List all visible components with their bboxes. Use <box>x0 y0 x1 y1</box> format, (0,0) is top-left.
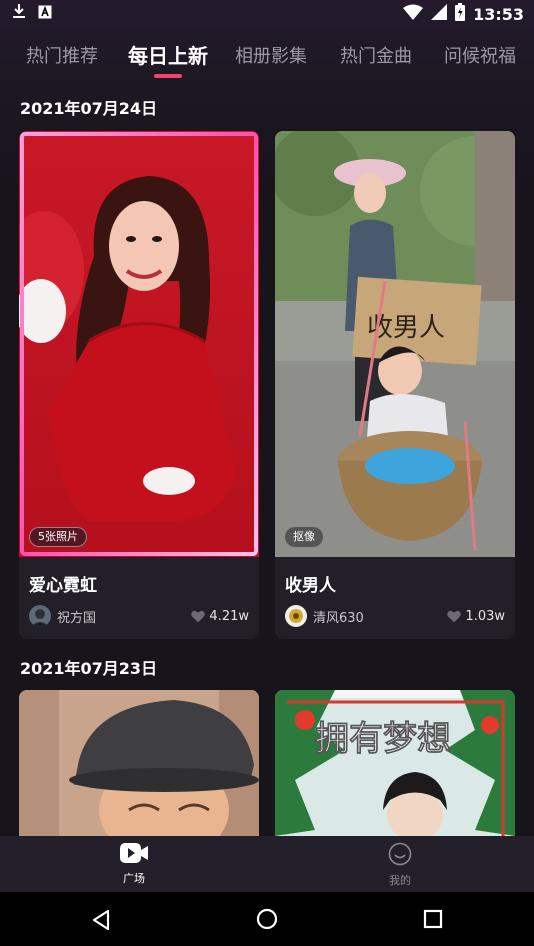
nav-plaza[interactable]: 广场 <box>104 842 164 886</box>
photo-count-badge: 5张照片 <box>29 527 87 547</box>
tab-hot-recommend[interactable]: 热门推荐 <box>26 42 98 68</box>
author[interactable]: 清风630 <box>285 605 364 627</box>
poster-text: 拥有梦想 <box>315 719 451 759</box>
avatar <box>29 605 51 627</box>
like-count[interactable]: 4.21w <box>191 609 249 624</box>
card-title: 收男人 <box>285 576 336 596</box>
system-navigation-bar <box>0 892 534 946</box>
card-info: 收男人 清风630 1.03w <box>275 557 515 639</box>
template-card[interactable]: 拥有梦想 <box>275 690 515 836</box>
card-thumbnail[interactable]: 收男人 抠像 <box>275 131 515 557</box>
author-name: 清风630 <box>313 610 364 626</box>
template-card[interactable] <box>19 690 259 836</box>
card-thumbnail[interactable] <box>19 690 259 836</box>
avatar <box>285 605 307 627</box>
card-info: 爱心霓虹 祝方国 4.21w <box>19 557 259 639</box>
active-tab-indicator <box>154 74 182 78</box>
back-icon[interactable] <box>91 909 111 931</box>
cutout-badge: 抠像 <box>285 527 323 547</box>
heart-icon <box>191 610 206 623</box>
video-icon <box>120 843 148 863</box>
nav-label: 我的 <box>389 874 411 887</box>
home-icon[interactable] <box>256 908 278 930</box>
tab-hot-songs[interactable]: 热门金曲 <box>340 42 412 68</box>
author[interactable]: 祝方国 <box>29 605 96 627</box>
nav-mine[interactable]: 我的 <box>370 842 430 888</box>
tab-daily-new[interactable]: 每日上新 <box>128 40 208 69</box>
clock: 13:53 <box>473 4 524 24</box>
card-thumbnail[interactable]: 5张照片 <box>19 131 259 557</box>
tab-greetings[interactable]: 问候祝福 <box>444 42 516 68</box>
nav-label: 广场 <box>123 872 145 885</box>
screen: 13:53 热门推荐 每日上新 相册影集 热门金曲 问候祝福 2021年07月2… <box>0 0 534 946</box>
heart-icon <box>447 610 462 623</box>
like-count[interactable]: 1.03w <box>447 609 505 624</box>
section-date: 2021年07月23日 <box>20 659 158 678</box>
battery-charging-icon <box>455 3 466 25</box>
like-count-value: 1.03w <box>465 609 505 624</box>
card-title: 爱心霓虹 <box>29 576 97 596</box>
template-card[interactable]: 收男人 抠像 收男人 清风630 1.03w <box>275 131 515 639</box>
status-bar: 13:53 <box>0 0 534 26</box>
tab-albums[interactable]: 相册影集 <box>235 42 307 68</box>
template-card[interactable]: 5张照片 爱心霓虹 祝方国 4.21w <box>19 131 259 639</box>
recents-icon[interactable] <box>423 909 443 929</box>
wifi-icon <box>403 4 424 24</box>
section-date: 2021年07月24日 <box>20 99 158 118</box>
category-tabs: 热门推荐 每日上新 相册影集 热门金曲 问候祝福 <box>0 38 534 82</box>
app-notification-icon <box>38 4 52 23</box>
smiley-icon <box>388 842 412 866</box>
card-thumbnail[interactable]: 拥有梦想 <box>275 690 515 836</box>
signal-icon <box>431 4 448 24</box>
download-icon <box>12 3 26 23</box>
bottom-navigation: 广场 我的 <box>0 836 534 892</box>
like-count-value: 4.21w <box>209 609 249 624</box>
author-name: 祝方国 <box>57 610 97 626</box>
